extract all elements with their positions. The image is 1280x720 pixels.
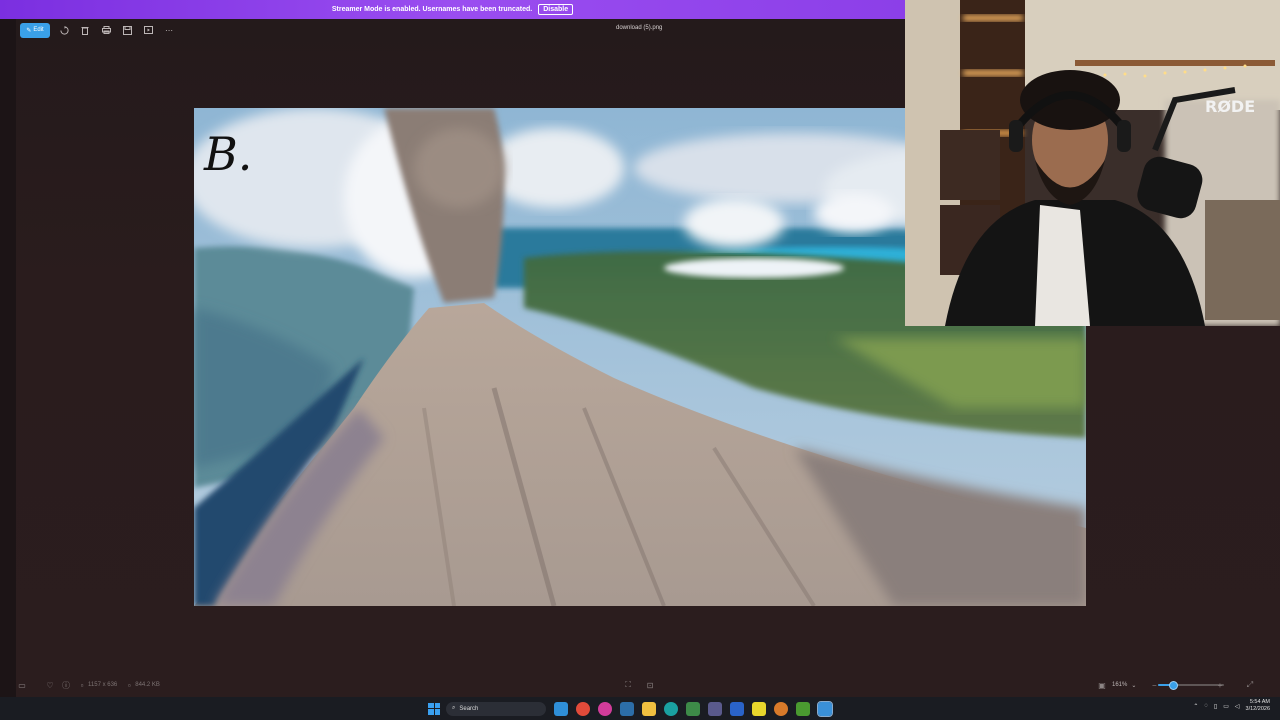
- app-icon[interactable]: [774, 701, 788, 716]
- save-icon[interactable]: [120, 23, 134, 37]
- taskbar-search[interactable]: ⌕ Search: [446, 701, 546, 716]
- app-icon[interactable]: [686, 701, 700, 716]
- volume-icon[interactable]: ◁: [1235, 703, 1240, 710]
- crop-icon[interactable]: ⊡: [644, 679, 656, 691]
- search-icon: ⌕: [452, 705, 456, 711]
- app-icon[interactable]: [730, 701, 744, 716]
- filesize-icon: ▫: [127, 680, 131, 690]
- image-dimensions: 1157 x 636: [88, 682, 118, 688]
- disable-button[interactable]: Disable: [538, 4, 574, 15]
- system-tray: ⌃ ◌ ▯ ▭ ◁ 5:54 AM 3/12/2026: [1193, 699, 1270, 713]
- slideshow-icon[interactable]: [141, 23, 155, 37]
- print-icon[interactable]: [99, 23, 113, 37]
- app-icon[interactable]: [664, 701, 678, 716]
- chevron-down-icon[interactable]: ⌄: [1131, 682, 1136, 689]
- favorite-icon[interactable]: ♡: [44, 679, 56, 691]
- actual-size-icon[interactable]: ▣: [1096, 679, 1108, 691]
- steam-icon[interactable]: [620, 701, 634, 716]
- rotate-icon[interactable]: [57, 23, 71, 37]
- viewer-statusbar: ▭ ♡ ⓘ ▫ 1157 x 636 ▫ 844.2 KB ⛶ ⊡ ▣ 161%…: [16, 676, 1264, 694]
- minecraft-icon[interactable]: [796, 701, 810, 716]
- clock[interactable]: 5:54 AM 3/12/2026: [1246, 699, 1270, 713]
- fullscreen-icon[interactable]: ⤢: [1244, 679, 1256, 691]
- filmstrip-icon[interactable]: ▭: [16, 679, 28, 691]
- clock-date: 3/12/2026: [1245, 706, 1270, 712]
- dimensions-icon: ▫: [80, 680, 84, 690]
- chrome-icon[interactable]: [576, 701, 590, 716]
- edge-icon[interactable]: [554, 701, 568, 716]
- zoom-controls: ▣ 161% ⌄ −: [1096, 679, 1160, 691]
- zoom-slider-thumb[interactable]: [1168, 681, 1178, 690]
- more-icon[interactable]: ⋯: [162, 23, 176, 37]
- delete-icon[interactable]: [78, 23, 92, 37]
- search-placeholder: Search: [459, 705, 479, 712]
- chevron-up-icon[interactable]: ⌃: [1193, 703, 1198, 710]
- clock-time: 5:54 AM: [1249, 699, 1270, 705]
- taskbar: ⌕ Search ⌃ ◌ ▯ ▭ ◁ 5:54 AM 3/12/2026: [0, 697, 1280, 720]
- webcam-feed: RØDE: [905, 0, 1280, 326]
- edit-icon: ✎: [26, 27, 32, 34]
- file-explorer-icon[interactable]: [642, 701, 656, 716]
- mic-brand-text: RØDE: [1205, 97, 1255, 116]
- info-icon[interactable]: ⓘ: [60, 679, 72, 691]
- streamer-mode-banner: Streamer Mode is enabled. Usernames have…: [0, 0, 905, 19]
- signature: B.: [203, 127, 252, 181]
- app-icon[interactable]: [752, 701, 766, 716]
- windows-start-icon[interactable]: [428, 702, 440, 715]
- photos-icon[interactable]: [817, 700, 833, 717]
- banner-message: Streamer Mode is enabled. Usernames have…: [331, 6, 533, 13]
- file-size: 844.2 KB: [135, 682, 160, 688]
- battery-icon[interactable]: ▭: [1223, 703, 1229, 710]
- edit-button[interactable]: ✎ Edit: [20, 22, 50, 38]
- file-name: download (5).png: [616, 25, 663, 31]
- edit-label: Edit: [33, 27, 44, 33]
- fit-icon[interactable]: ⛶: [622, 679, 634, 691]
- app-icon[interactable]: [708, 701, 722, 716]
- mic-icon[interactable]: ▯: [1214, 703, 1217, 710]
- instagram-icon[interactable]: [598, 701, 612, 716]
- zoom-in-icon[interactable]: +: [1214, 679, 1226, 691]
- webcam-overlay: RØDE: [905, 0, 1280, 326]
- zoom-level[interactable]: 161%: [1112, 682, 1127, 688]
- network-icon[interactable]: ◌: [1204, 703, 1208, 709]
